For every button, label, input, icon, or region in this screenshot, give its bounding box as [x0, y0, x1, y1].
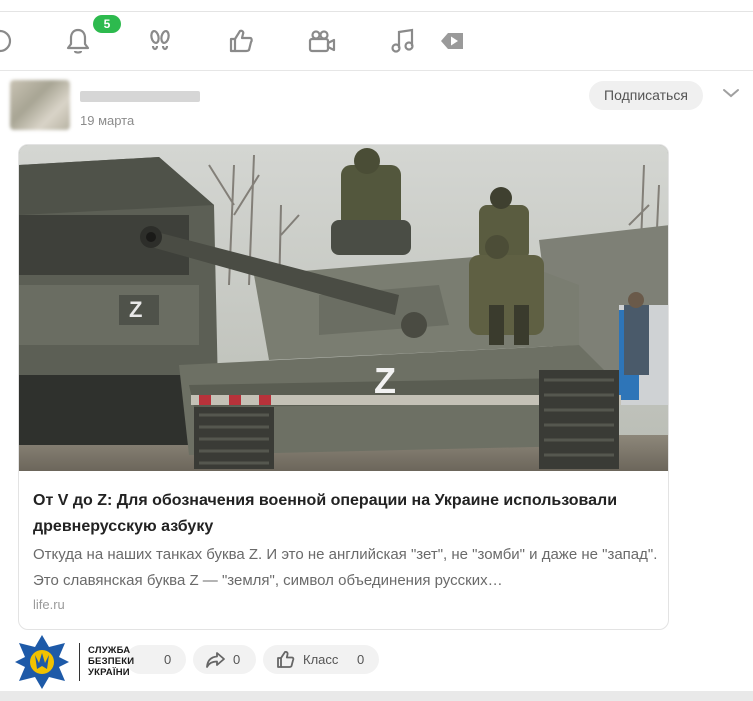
svg-text:Z: Z [374, 360, 396, 401]
author-avatar[interactable] [10, 80, 70, 130]
class-count: 0 [357, 652, 365, 667]
post-date: 19 марта [80, 113, 135, 128]
class-label: Класс [303, 652, 339, 667]
share-count: 0 [233, 652, 241, 667]
top-strip [0, 0, 753, 12]
sbu-line-1: СЛУЖБА [88, 645, 131, 656]
feed-separator [0, 691, 753, 701]
share-button[interactable]: 0 [193, 645, 256, 674]
sbu-emblem-icon [15, 635, 69, 689]
author-name-redacted[interactable] [80, 91, 200, 102]
sbu-divider [79, 643, 80, 681]
link-preview-card[interactable]: Z Z От V до Z: Для обозначения военной о… [18, 144, 669, 630]
notifications-badge: 5 [93, 15, 121, 33]
feed-page: 5 19 марта Подписаться Z Z От V до Z: Дл… [0, 0, 753, 701]
chevron-down-icon[interactable] [722, 86, 740, 100]
video-camera-icon[interactable] [307, 26, 337, 56]
top-navigation: 5 [0, 12, 753, 71]
like-icon[interactable] [226, 26, 256, 56]
messages-icon[interactable] [0, 26, 16, 56]
like-icon [275, 649, 296, 670]
card-title[interactable]: От V до Z: Для обозначения военной опера… [33, 488, 663, 540]
sbu-watermark-logo: СЛУЖБА БЕЗПЕКИ УКРАЇНИ [13, 633, 153, 691]
sbu-line-3: УКРАЇНИ [88, 667, 130, 678]
bell-icon[interactable] [63, 26, 93, 56]
play-video-icon[interactable] [436, 26, 466, 56]
svg-text:Z: Z [129, 297, 142, 322]
card-source[interactable]: life.ru [33, 597, 65, 612]
footprints-icon[interactable] [145, 26, 175, 56]
share-icon [205, 649, 226, 670]
music-icon[interactable] [388, 26, 418, 56]
subscribe-button[interactable]: Подписаться [589, 81, 703, 110]
sbu-text: СЛУЖБА БЕЗПЕКИ УКРАЇНИ [88, 645, 134, 678]
tank-with-soldiers-photo[interactable]: Z Z [19, 145, 668, 471]
class-like-button[interactable]: Класс 0 [263, 645, 379, 674]
comments-count: 0 [164, 652, 172, 667]
card-description: Откуда на наших танках буква Z. И это не… [33, 546, 658, 589]
sbu-line-2: БЕЗПЕКИ [88, 656, 135, 667]
